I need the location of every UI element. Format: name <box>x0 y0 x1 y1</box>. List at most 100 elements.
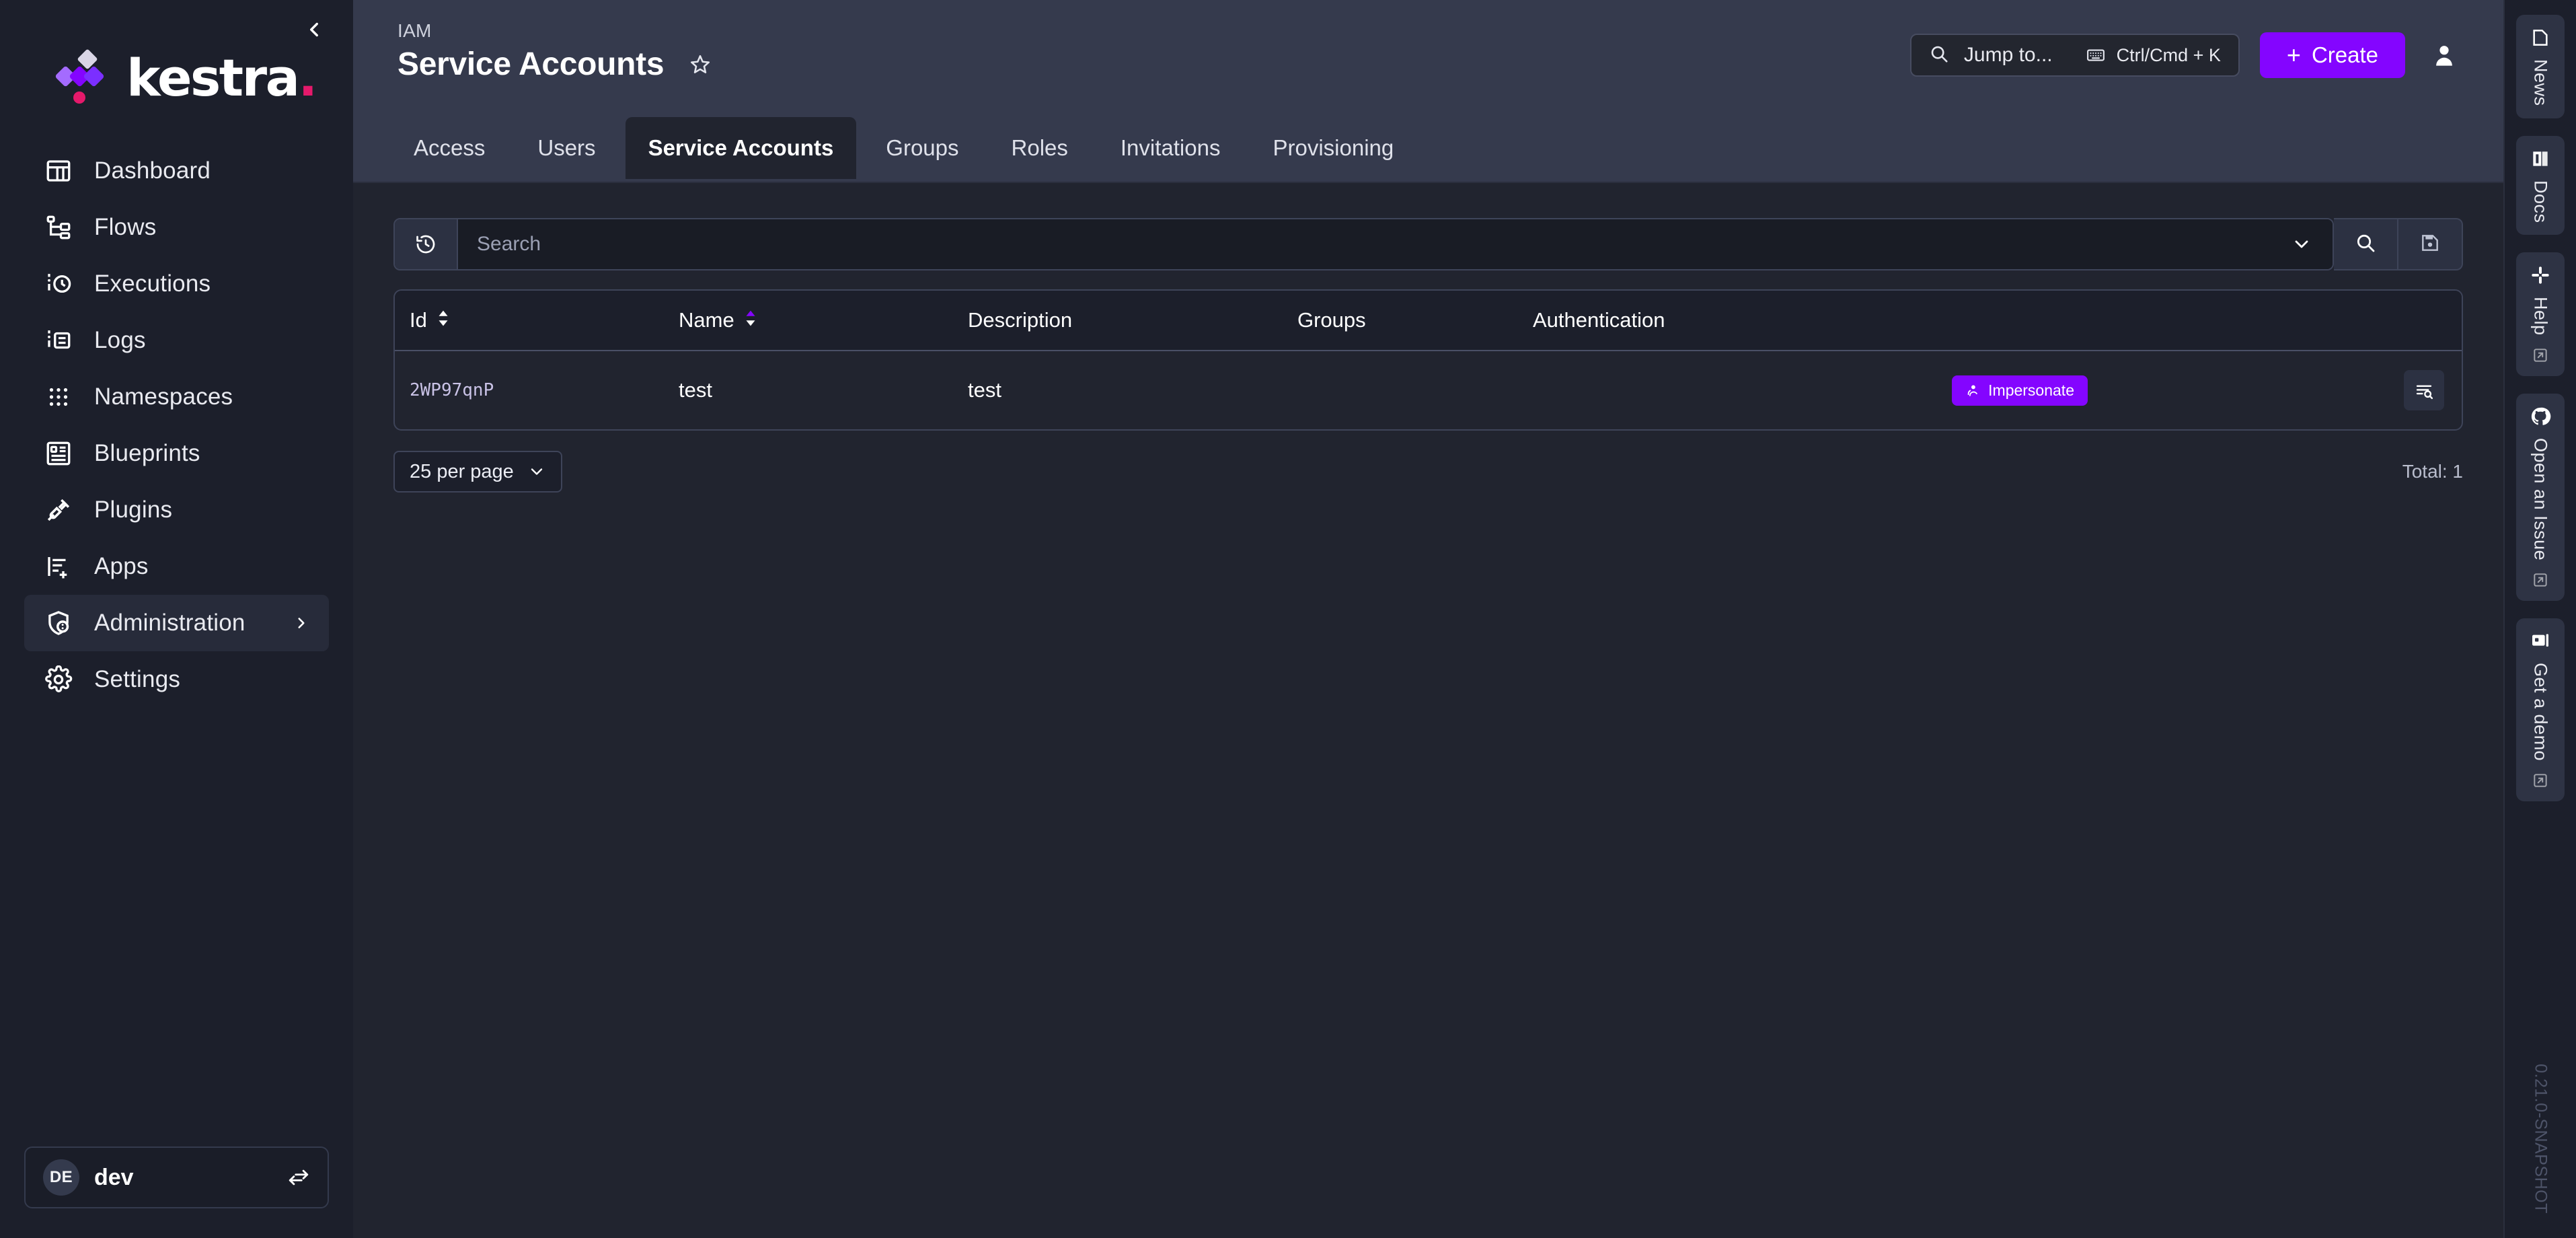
sidebar-collapse-button[interactable] <box>301 17 328 44</box>
brand-name: kestra. <box>126 52 316 104</box>
jump-to-shortcut: Ctrl/Cmd + K <box>2086 45 2221 66</box>
tab-label: Users <box>537 135 595 161</box>
search-toolbar <box>393 218 2463 270</box>
github-icon <box>2530 406 2551 427</box>
namespaces-icon <box>43 381 74 412</box>
sidebar-item-logs[interactable]: Logs <box>24 312 329 369</box>
sidebar: kestra. Dashboard Flows Executions <box>0 0 353 1238</box>
jump-to-placeholder: Jump to... <box>1964 44 2053 67</box>
tabs-bar: Access Users Service Accounts Groups Rol… <box>353 114 2503 183</box>
search-submit-button[interactable] <box>2334 218 2398 270</box>
tenant-switcher[interactable]: DE dev <box>24 1146 329 1208</box>
jump-to-shortcut-text: Ctrl/Cmd + K <box>2117 45 2221 66</box>
chevron-down-icon <box>527 462 546 481</box>
star-outline-icon[interactable] <box>685 50 715 79</box>
service-accounts-table: Id Name <box>393 289 2463 431</box>
sidebar-item-label: Settings <box>94 666 180 693</box>
rail-item-label: Open an Issue <box>2530 438 2551 560</box>
brand-dot: . <box>298 48 315 108</box>
sidebar-item-label: Flows <box>94 214 156 241</box>
total-count: Total: 1 <box>2402 461 2463 482</box>
column-header-id[interactable]: Id <box>395 291 664 351</box>
sidebar-item-plugins[interactable]: Plugins <box>24 482 329 538</box>
sidebar-item-apps[interactable]: Apps <box>24 538 329 595</box>
switch-arrows-icon <box>287 1166 310 1189</box>
tab-groups[interactable]: Groups <box>863 117 981 179</box>
per-page-select[interactable]: 25 per page <box>393 451 562 493</box>
sidebar-item-namespaces[interactable]: Namespaces <box>24 369 329 425</box>
tab-access[interactable]: Access <box>391 117 508 179</box>
sidebar-item-label: Executions <box>94 270 211 297</box>
sidebar-item-flows[interactable]: Flows <box>24 199 329 256</box>
per-page-label: 25 per page <box>410 461 514 483</box>
breadcrumb: IAM Service Accounts <box>397 20 715 83</box>
user-circle-icon[interactable] <box>2425 36 2463 74</box>
rail-item-open-an-issue[interactable]: Open an Issue <box>2516 394 2565 601</box>
cell-groups <box>1283 351 1518 429</box>
impersonate-user-icon <box>1965 383 1980 398</box>
cell-description: test <box>953 351 1283 429</box>
plus-icon: + <box>2287 43 2301 67</box>
row-filter-search-button[interactable] <box>2404 370 2444 410</box>
tab-roles[interactable]: Roles <box>989 117 1091 179</box>
column-header-description: Description <box>953 291 1283 351</box>
gear-icon <box>43 664 74 695</box>
external-link-icon <box>2532 347 2549 364</box>
sidebar-item-label: Namespaces <box>94 384 233 410</box>
page-title: Service Accounts <box>397 46 664 83</box>
rail-item-news[interactable]: News <box>2516 15 2565 118</box>
rail-item-docs[interactable]: Docs <box>2516 136 2565 235</box>
sidebar-item-label: Administration <box>94 610 245 636</box>
tab-label: Access <box>414 135 485 161</box>
column-header-authentication: Authentication <box>1518 291 1910 351</box>
save-search-button[interactable] <box>2398 218 2463 270</box>
tenant-name: dev <box>94 1165 134 1191</box>
column-label: Authentication <box>1533 308 1665 332</box>
sidebar-nav: Dashboard Flows Executions Logs <box>0 143 353 708</box>
content-area: Id Name <box>353 183 2503 1238</box>
tenant-avatar: DE <box>43 1159 79 1196</box>
search-shell <box>393 218 2334 270</box>
column-header-name[interactable]: Name <box>664 291 953 351</box>
history-clock-icon[interactable] <box>395 219 458 269</box>
jump-to-search[interactable]: Jump to... Ctrl/Cmd + K <box>1910 34 2240 77</box>
executions-icon <box>43 268 74 299</box>
table-row[interactable]: 2WP97qnP test test <box>395 351 2462 429</box>
sort-icon <box>437 308 450 332</box>
column-header-groups: Groups <box>1283 291 1518 351</box>
tab-provisioning[interactable]: Provisioning <box>1250 117 1416 179</box>
tab-users[interactable]: Users <box>515 117 618 179</box>
app-version: 0.21.0-SNAPSHOT <box>2531 1064 2550 1214</box>
app-root: kestra. Dashboard Flows Executions <box>0 0 2576 1238</box>
right-rail: News Docs Help Open an Issue <box>2503 0 2576 1238</box>
tab-service-accounts[interactable]: Service Accounts <box>626 117 857 179</box>
sidebar-item-executions[interactable]: Executions <box>24 256 329 312</box>
pagination: 25 per page Total: 1 <box>393 451 2463 493</box>
tab-invitations[interactable]: Invitations <box>1098 117 1244 179</box>
cell-authentication <box>1518 351 1910 429</box>
save-floppy-icon <box>2419 232 2441 257</box>
sidebar-item-administration[interactable]: Administration <box>24 595 329 651</box>
chevron-down-icon[interactable] <box>2271 219 2333 269</box>
tab-label: Roles <box>1012 135 1068 161</box>
search-input[interactable] <box>477 233 2252 256</box>
sidebar-item-settings[interactable]: Settings <box>24 651 329 708</box>
sidebar-item-dashboard[interactable]: Dashboard <box>24 143 329 199</box>
impersonate-button[interactable]: Impersonate <box>1952 375 2088 406</box>
rail-item-get-a-demo[interactable]: Get a demo <box>2516 618 2565 801</box>
filter-search-icon <box>2414 380 2434 400</box>
dashboard-icon <box>43 155 74 186</box>
rail-item-label: Get a demo <box>2530 663 2551 761</box>
impersonate-label: Impersonate <box>1988 381 2074 400</box>
tab-label: Provisioning <box>1273 135 1394 161</box>
sidebar-item-blueprints[interactable]: Blueprints <box>24 425 329 482</box>
breadcrumb-iam[interactable]: IAM <box>397 20 715 42</box>
rail-item-help[interactable]: Help <box>2516 252 2565 376</box>
sidebar-item-label: Logs <box>94 327 146 354</box>
create-button[interactable]: + Create <box>2260 32 2405 78</box>
cell-name: test <box>664 351 953 429</box>
tab-label: Invitations <box>1121 135 1221 161</box>
search-input-wrap <box>458 219 2271 269</box>
slack-icon <box>2530 264 2551 286</box>
blueprints-icon <box>43 438 74 469</box>
